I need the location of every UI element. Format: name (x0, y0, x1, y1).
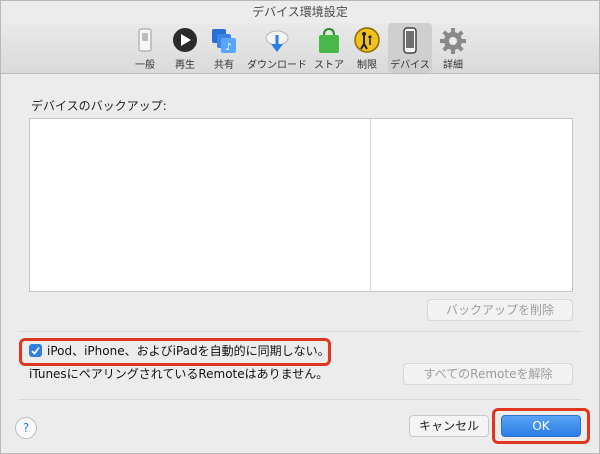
help-button[interactable]: ? (15, 417, 37, 439)
backup-section-label: デバイスのバックアップ: (31, 99, 167, 113)
preferences-window: デバイス環境設定 一般 再生 ♪ 共有 ダウンロード ストア 制限 デバイス 詳… (0, 0, 600, 454)
unpair-remotes-button[interactable]: すべてのRemoteを解除 (403, 363, 573, 385)
preferences-toolbar: 一般 再生 ♪ 共有 ダウンロード ストア 制限 デバイス 詳細 (1, 23, 599, 74)
parental-restrictions-icon (354, 27, 380, 53)
ok-highlight (492, 408, 590, 444)
download-cloud-icon (265, 30, 289, 52)
backup-list[interactable] (29, 118, 573, 292)
toolbar-item-advanced[interactable]: 詳細 (433, 23, 473, 73)
toolbar-item-download[interactable]: ダウンロード (247, 23, 307, 73)
sharing-icon: ♪ (212, 29, 236, 53)
toolbar-label: 共有 (214, 60, 234, 71)
gear-icon (440, 28, 466, 54)
column-divider[interactable] (370, 119, 371, 291)
checkbox-highlight (19, 338, 331, 366)
remote-status-text: iTunesにペアリングされているRemoteはありません。 (29, 367, 329, 381)
toolbar-label: ダウンロード (247, 60, 307, 71)
device-phone-icon (403, 27, 417, 54)
cancel-button[interactable]: キャンセル (409, 415, 489, 437)
section-divider (19, 331, 581, 332)
general-switch-icon (138, 28, 152, 52)
window-title: デバイス環境設定 (252, 5, 348, 19)
toolbar-label: 詳細 (443, 60, 463, 71)
svg-text:♪: ♪ (225, 42, 231, 53)
delete-backup-button[interactable]: バックアップを削除 (427, 299, 573, 321)
store-bag-icon (319, 27, 339, 53)
play-icon (173, 28, 197, 52)
footer-divider (19, 399, 581, 400)
toolbar-item-sharing[interactable]: ♪ 共有 (204, 23, 244, 73)
